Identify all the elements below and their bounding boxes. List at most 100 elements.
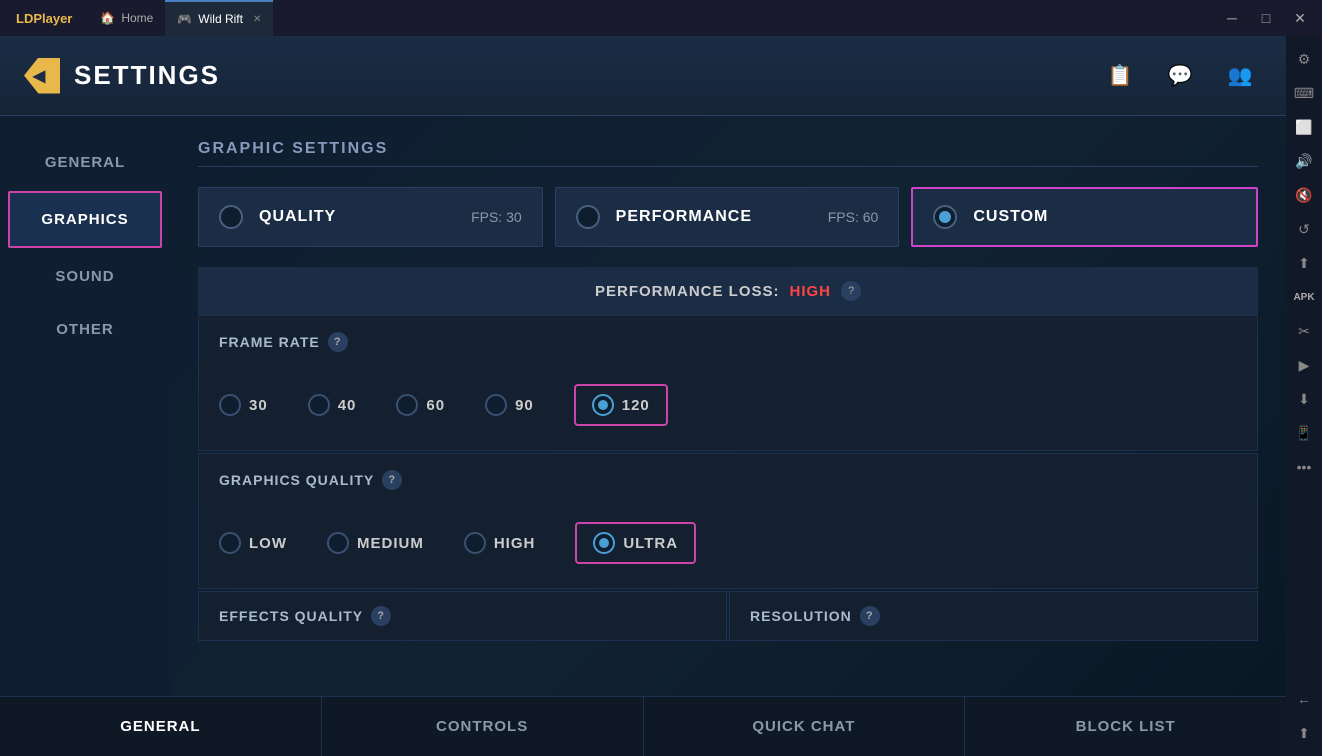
users-btn[interactable]: 👥	[1218, 54, 1262, 98]
left-nav: GENERAL GRAPHICS SOUND OTHER	[0, 116, 170, 696]
frame-rate-panel: FRAME RATE ? 30 40	[198, 315, 1258, 451]
home-tab[interactable]: 🏠 Home	[88, 0, 165, 36]
clipboard-btn[interactable]: 📋	[1098, 54, 1142, 98]
frame-rate-help-icon[interactable]: ?	[328, 332, 348, 352]
resolution-help-icon[interactable]: ?	[860, 606, 880, 626]
bottom-nav-general-label: GENERAL	[120, 718, 200, 735]
resolution-header: RESOLUTION ?	[730, 592, 1257, 640]
graphics-quality-panel: GRAPHICS QUALITY ? LOW MEDIUM	[198, 453, 1258, 589]
fps-120-radio-fill	[598, 400, 608, 410]
quality-high-option[interactable]: HIGH	[464, 532, 536, 554]
bottom-nav-quick-chat[interactable]: QUICK CHAT	[644, 697, 966, 756]
settings-content: GRAPHIC SETTINGS QUALITY FPS: 30 PERFO	[170, 116, 1286, 696]
fps-40-radio	[308, 394, 330, 416]
half-panels-row: EFFECTS QUALITY ? RESOLUTION ?	[198, 591, 1258, 641]
quality-fps: FPS: 30	[471, 209, 522, 225]
fps-90-radio	[485, 394, 507, 416]
quality-preset-btn[interactable]: QUALITY FPS: 30	[198, 187, 543, 247]
fps-120-label: 120	[622, 397, 650, 414]
page-title: SETTINGS	[74, 60, 220, 91]
quality-medium-label: MEDIUM	[357, 535, 424, 552]
graphics-quality-help-icon[interactable]: ?	[382, 470, 402, 490]
resolution-title: RESOLUTION	[750, 608, 852, 624]
fps-90-option[interactable]: 90	[485, 394, 534, 416]
nav-item-other[interactable]: OTHER	[0, 303, 170, 356]
effects-quality-panel: EFFECTS QUALITY ?	[198, 591, 727, 641]
sidebar-download-icon[interactable]: ⬇	[1289, 384, 1319, 414]
fps-60-label: 60	[426, 397, 445, 414]
fps-90-label: 90	[515, 397, 534, 414]
quality-ultra-option[interactable]: ULTRA	[575, 522, 696, 564]
graphics-quality-options: LOW MEDIUM HIGH	[199, 506, 1257, 588]
performance-radio	[576, 205, 600, 229]
frame-rate-options: 30 40 60	[199, 368, 1257, 450]
header-actions: 📋 💬 👥	[1098, 54, 1262, 98]
settings-header: ◀ SETTINGS 📋 💬 👥	[0, 36, 1286, 116]
quality-medium-option[interactable]: MEDIUM	[327, 532, 424, 554]
wildrift-tab-label: Wild Rift	[198, 12, 243, 26]
quality-low-label: LOW	[249, 535, 287, 552]
brand-tab[interactable]: LDPlayer	[0, 0, 88, 36]
sidebar-phone-icon[interactable]: 📱	[1289, 418, 1319, 448]
perf-loss-value: HIGH	[790, 283, 832, 300]
quality-medium-radio	[327, 532, 349, 554]
custom-radio	[933, 205, 957, 229]
sidebar-rotate-icon[interactable]: ↺	[1289, 214, 1319, 244]
quality-ultra-label: ULTRA	[623, 535, 678, 552]
effects-quality-help-icon[interactable]: ?	[371, 606, 391, 626]
custom-radio-fill	[939, 211, 951, 223]
quality-low-radio	[219, 532, 241, 554]
bottom-nav: GENERAL CONTROLS QUICK CHAT BLOCK LIST	[0, 696, 1286, 756]
sidebar-display-icon[interactable]: ⬜	[1289, 112, 1319, 142]
sidebar-volume-down-icon[interactable]: 🔇	[1289, 180, 1319, 210]
quality-low-option[interactable]: LOW	[219, 532, 287, 554]
sidebar-apk-icon[interactable]: APK	[1289, 282, 1319, 312]
perf-loss-label: PERFORMANCE LOSS:	[595, 283, 780, 300]
nav-item-graphics[interactable]: GRAPHICS	[8, 191, 162, 248]
sidebar-play-icon[interactable]: ▶	[1289, 350, 1319, 380]
bottom-nav-block-list-label: BLOCK LIST	[1076, 718, 1176, 735]
perf-help-icon[interactable]: ?	[841, 281, 861, 301]
sidebar-cut-icon[interactable]: ✂	[1289, 316, 1319, 346]
sidebar-volume-up-icon[interactable]: 🔊	[1289, 146, 1319, 176]
window-controls: ─ □ ✕	[1218, 4, 1322, 32]
sidebar-keyboard-icon[interactable]: ⌨	[1289, 78, 1319, 108]
wildrift-tab-close[interactable]: ✕	[253, 14, 261, 25]
title-bar: LDPlayer 🏠 Home 🎮 Wild Rift ✕ ─ □ ✕	[0, 0, 1322, 36]
fps-120-option[interactable]: 120	[574, 384, 668, 426]
right-sidebar: ⚙ ⌨ ⬜ 🔊 🔇 ↺ ⬆ APK ✂ ▶ ⬇ 📱 ••• ← ⬆	[1286, 36, 1322, 756]
bottom-nav-controls[interactable]: CONTROLS	[322, 697, 644, 756]
nav-item-sound[interactable]: SOUND	[0, 250, 170, 303]
sidebar-import-icon[interactable]: ⬆	[1289, 248, 1319, 278]
quality-high-radio	[464, 532, 486, 554]
fps-40-option[interactable]: 40	[308, 394, 357, 416]
fps-30-label: 30	[249, 397, 268, 414]
sidebar-expand-icon[interactable]: ⬆	[1289, 718, 1319, 748]
fps-30-option[interactable]: 30	[219, 394, 268, 416]
performance-preset-btn[interactable]: PERFORMANCE FPS: 60	[555, 187, 900, 247]
graphics-quality-header: GRAPHICS QUALITY ?	[199, 454, 1257, 506]
chat-btn[interactable]: 💬	[1158, 54, 1202, 98]
close-btn[interactable]: ✕	[1286, 4, 1314, 32]
quality-radio	[219, 205, 243, 229]
fps-60-option[interactable]: 60	[396, 394, 445, 416]
main-area: ◀ SETTINGS 📋 💬 👥 GENERAL GRAPHICS SOUND …	[0, 36, 1322, 756]
frame-rate-header: FRAME RATE ?	[199, 316, 1257, 368]
back-button[interactable]: ◀	[24, 58, 60, 94]
bottom-nav-controls-label: CONTROLS	[436, 718, 528, 735]
maximize-btn[interactable]: □	[1252, 4, 1280, 32]
sidebar-settings-icon[interactable]: ⚙	[1289, 44, 1319, 74]
wildrift-tab[interactable]: 🎮 Wild Rift ✕	[165, 0, 273, 36]
custom-label: CUSTOM	[973, 208, 1048, 226]
bottom-nav-block-list[interactable]: BLOCK LIST	[965, 697, 1286, 756]
sidebar-more-icon[interactable]: •••	[1289, 452, 1319, 482]
fps-40-label: 40	[338, 397, 357, 414]
nav-item-general[interactable]: GENERAL	[0, 136, 170, 189]
sidebar-back-icon[interactable]: ←	[1289, 684, 1319, 714]
performance-loss-banner: PERFORMANCE LOSS: HIGH ?	[198, 267, 1258, 315]
minimize-btn[interactable]: ─	[1218, 4, 1246, 32]
bottom-nav-general[interactable]: GENERAL	[0, 697, 322, 756]
custom-preset-btn[interactable]: CUSTOM	[911, 187, 1258, 247]
effects-quality-header: EFFECTS QUALITY ?	[199, 592, 726, 640]
preset-row: QUALITY FPS: 30 PERFORMANCE FPS: 60	[198, 187, 1258, 247]
